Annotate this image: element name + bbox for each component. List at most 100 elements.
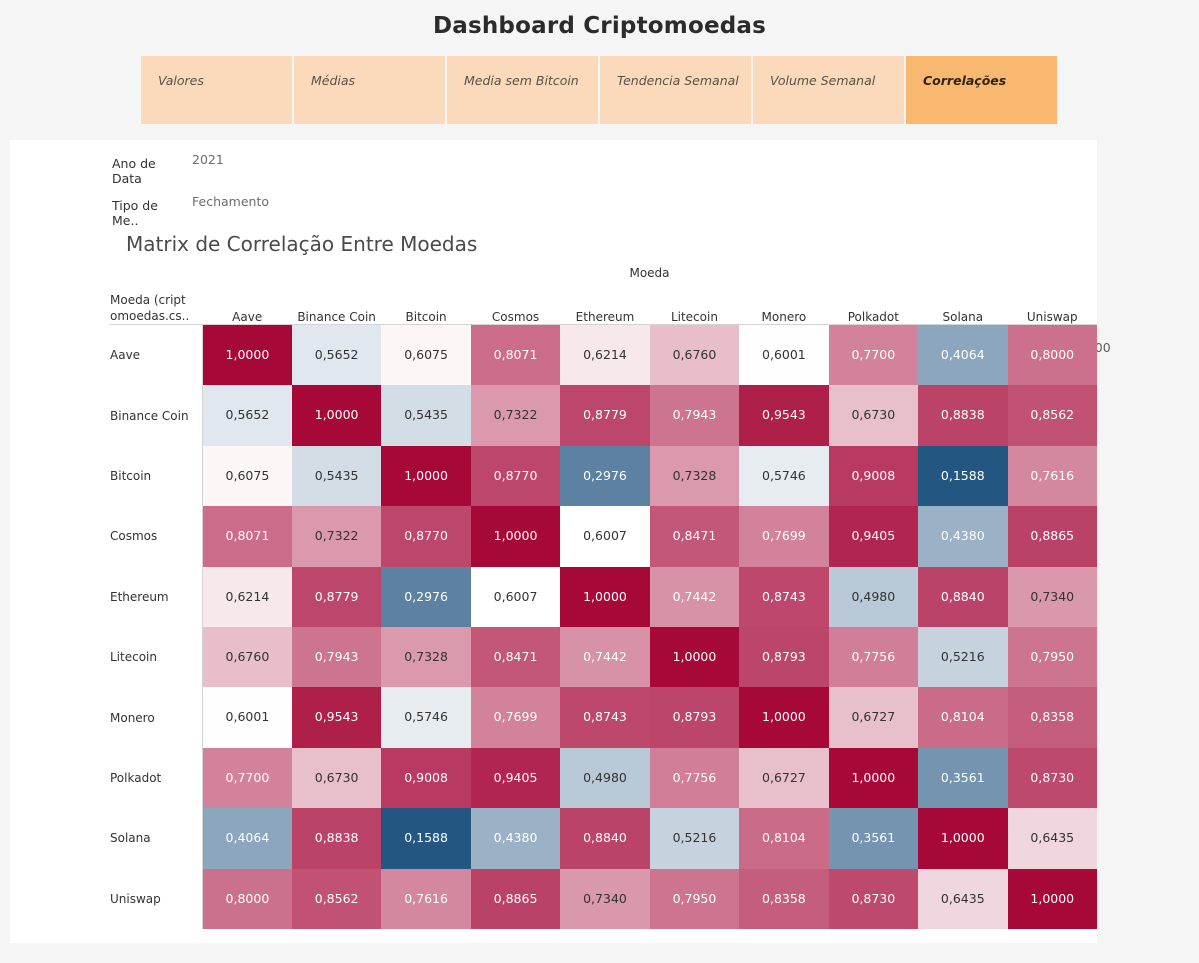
heatmap-cell[interactable]: 1,0000 (649, 627, 740, 688)
heatmap-cell[interactable]: 0,7322 (291, 506, 382, 567)
tab-tendencia-semanal[interactable]: Tendencia Semanal (600, 56, 751, 124)
heatmap-cell[interactable]: 0,8770 (381, 506, 471, 567)
heatmap-cell[interactable]: 0,7340 (560, 868, 650, 930)
heatmap-cell[interactable]: 0,7700 (202, 747, 292, 809)
row-header[interactable]: Bitcoin (110, 445, 203, 507)
heatmap-cell[interactable]: 1,0000 (1007, 868, 1097, 930)
heatmap-cell[interactable]: 0,4980 (560, 747, 650, 809)
heatmap-cell[interactable]: 0,8358 (739, 868, 829, 930)
heatmap-cell[interactable]: 0,4380 (470, 808, 561, 869)
heatmap-cell[interactable]: 0,7616 (381, 868, 471, 930)
heatmap-cell[interactable]: 0,3561 (918, 747, 1008, 809)
heatmap-cell[interactable]: 0,4980 (828, 566, 919, 628)
heatmap-cell[interactable]: 0,8071 (470, 324, 561, 386)
heatmap-cell[interactable]: 1,0000 (381, 445, 471, 507)
tab-correla-es[interactable]: Correlações (906, 56, 1057, 124)
heatmap-cell[interactable]: 0,6760 (202, 627, 292, 688)
heatmap-cell[interactable]: 0,7322 (470, 385, 561, 446)
heatmap-cell[interactable]: 0,8779 (291, 566, 382, 628)
heatmap-cell[interactable]: 0,2976 (381, 566, 471, 628)
heatmap-cell[interactable]: 0,6075 (381, 324, 471, 386)
heatmap-cell[interactable]: 0,7340 (1007, 566, 1097, 628)
heatmap-cell[interactable]: 0,6001 (739, 324, 829, 386)
heatmap-cell[interactable]: 0,7442 (649, 566, 740, 628)
heatmap-cell[interactable]: 0,4064 (918, 324, 1008, 386)
row-header[interactable]: Uniswap (110, 868, 203, 930)
heatmap-cell[interactable]: 0,8793 (649, 687, 740, 748)
heatmap-cell[interactable]: 1,0000 (470, 506, 561, 567)
column-header[interactable]: Binance Coin (291, 292, 382, 325)
heatmap-cell[interactable]: 0,5216 (649, 808, 740, 869)
heatmap-cell[interactable]: 0,8779 (560, 385, 650, 446)
heatmap-cell[interactable]: 0,2976 (560, 445, 650, 507)
heatmap-cell[interactable]: 1,0000 (560, 566, 650, 628)
heatmap-cell[interactable]: 0,8770 (470, 445, 561, 507)
heatmap-cell[interactable]: 0,8104 (918, 687, 1008, 748)
heatmap-cell[interactable]: 0,6214 (560, 324, 650, 386)
heatmap-cell[interactable]: 0,9543 (291, 687, 382, 748)
heatmap-cell[interactable]: 1,0000 (828, 747, 919, 809)
row-header[interactable]: Binance Coin (110, 385, 203, 446)
heatmap-cell[interactable]: 0,7328 (649, 445, 740, 507)
heatmap-cell[interactable]: 1,0000 (202, 324, 292, 386)
heatmap-cell[interactable]: 0,8840 (560, 808, 650, 869)
heatmap-cell[interactable]: 0,8840 (918, 566, 1008, 628)
heatmap-cell[interactable]: 0,8865 (1007, 506, 1097, 567)
heatmap-cell[interactable]: 0,6075 (202, 445, 292, 507)
row-header[interactable]: Monero (110, 687, 203, 748)
column-header[interactable]: Litecoin (649, 292, 740, 325)
heatmap-cell[interactable]: 0,6727 (739, 747, 829, 809)
heatmap-cell[interactable]: 0,8865 (470, 868, 561, 930)
heatmap-cell[interactable]: 0,7756 (828, 627, 919, 688)
heatmap-cell[interactable]: 1,0000 (739, 687, 829, 748)
heatmap-cell[interactable]: 0,8730 (828, 868, 919, 930)
heatmap-cell[interactable]: 0,9405 (470, 747, 561, 809)
tab-m-dias[interactable]: Médias (294, 56, 445, 124)
heatmap-cell[interactable]: 0,8104 (739, 808, 829, 869)
row-header[interactable]: Solana (110, 808, 203, 869)
column-header[interactable]: Solana (918, 292, 1008, 325)
heatmap-cell[interactable]: 0,8793 (739, 627, 829, 688)
heatmap-cell[interactable]: 0,8838 (291, 808, 382, 869)
heatmap-cell[interactable]: 0,9405 (828, 506, 919, 567)
heatmap-cell[interactable]: 0,7943 (649, 385, 740, 446)
tab-valores[interactable]: Valores (141, 56, 292, 124)
heatmap-cell[interactable]: 0,6007 (560, 506, 650, 567)
heatmap-cell[interactable]: 0,6727 (828, 687, 919, 748)
heatmap-cell[interactable]: 0,7699 (739, 506, 829, 567)
heatmap-cell[interactable]: 0,8838 (918, 385, 1008, 446)
row-header[interactable]: Aave (110, 324, 203, 386)
heatmap-cell[interactable]: 0,8730 (1007, 747, 1097, 809)
heatmap-cell[interactable]: 0,6760 (649, 324, 740, 386)
heatmap-cell[interactable]: 0,5746 (739, 445, 829, 507)
heatmap-cell[interactable]: 0,7950 (1007, 627, 1097, 688)
heatmap-cell[interactable]: 0,5652 (291, 324, 382, 386)
heatmap-cell[interactable]: 0,1588 (918, 445, 1008, 507)
row-header[interactable]: Polkadot (110, 747, 203, 809)
heatmap-cell[interactable]: 0,6730 (828, 385, 919, 446)
heatmap-cell[interactable]: 0,7700 (828, 324, 919, 386)
filter-value[interactable]: 2021 (192, 152, 224, 167)
heatmap-cell[interactable]: 0,8743 (739, 566, 829, 628)
heatmap-cell[interactable]: 0,6007 (470, 566, 561, 628)
row-header[interactable]: Litecoin (110, 627, 203, 688)
row-header[interactable]: Ethereum (110, 566, 203, 628)
heatmap-cell[interactable]: 0,9008 (381, 747, 471, 809)
heatmap-cell[interactable]: 0,1588 (381, 808, 471, 869)
heatmap-cell[interactable]: 1,0000 (918, 808, 1008, 869)
heatmap-cell[interactable]: 0,3561 (828, 808, 919, 869)
column-header[interactable]: Cosmos (470, 292, 561, 325)
filter-value[interactable]: Fechamento (192, 194, 269, 209)
heatmap-cell[interactable]: 0,6730 (291, 747, 382, 809)
column-header[interactable]: Polkadot (828, 292, 919, 325)
column-header[interactable]: Monero (739, 292, 829, 325)
heatmap-cell[interactable]: 0,8471 (649, 506, 740, 567)
column-header[interactable]: Bitcoin (381, 292, 471, 325)
row-header[interactable]: Cosmos (110, 506, 203, 567)
heatmap-cell[interactable]: 0,9543 (739, 385, 829, 446)
heatmap-cell[interactable]: 0,4380 (918, 506, 1008, 567)
heatmap-cell[interactable]: 1,0000 (291, 385, 382, 446)
heatmap-cell[interactable]: 0,5216 (918, 627, 1008, 688)
heatmap-cell[interactable]: 0,6435 (918, 868, 1008, 930)
heatmap-cell[interactable]: 0,4064 (202, 808, 292, 869)
